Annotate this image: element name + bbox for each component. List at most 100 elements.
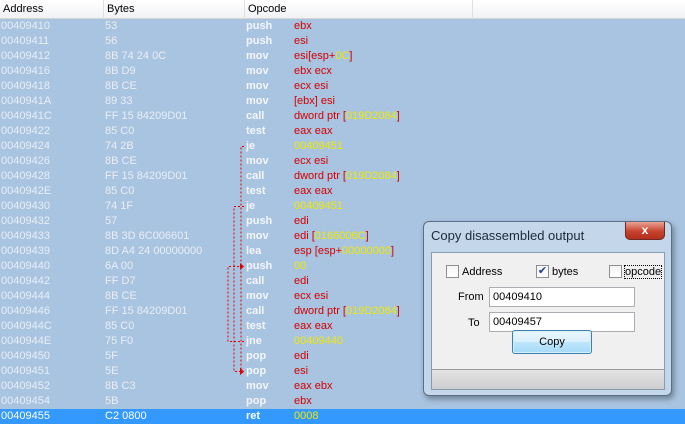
opcode-checkbox[interactable]: opcode — [609, 264, 663, 280]
operand-token: esi — [294, 35, 309, 47]
address-checkbox[interactable]: Address — [446, 264, 502, 280]
opcode-checkbox-label: opcode — [623, 265, 663, 279]
bytes-cell: FF 15 84209D01 — [105, 110, 188, 122]
address-cell: 00409444 — [1, 290, 50, 302]
address-cell: 0040941C — [1, 110, 52, 122]
operand-cell: edi — [294, 214, 309, 229]
address-cell: 00409439 — [1, 245, 50, 257]
operand-token: ] — [396, 110, 400, 122]
operand-token: edi — [294, 275, 309, 287]
operand-token: dword ptr [ — [294, 110, 346, 122]
operand-token: eax ebx — [294, 380, 333, 392]
operand-cell: 00409440 — [294, 334, 343, 349]
operand-cell: [ebx] esi — [294, 94, 335, 109]
operand-token: 00409440 — [294, 335, 343, 347]
status-bar — [432, 369, 664, 389]
operand-token: eax eax — [294, 185, 333, 197]
copy-button[interactable]: Copy — [512, 330, 592, 354]
to-field[interactable]: 00409457 — [489, 312, 635, 332]
table-row[interactable]: 00409412 8B 74 24 0C mov esi[esp+0C] — [0, 49, 685, 64]
operand-token: 019D2084 — [345, 170, 397, 182]
address-cell: 00409442 — [1, 275, 50, 287]
address-cell: 00409450 — [1, 350, 50, 362]
operand-token: ecx esi — [294, 80, 329, 92]
operand-cell: ebx ecx — [294, 64, 332, 79]
column-header-bytes[interactable]: Bytes — [104, 0, 245, 19]
table-row[interactable]: 00409410 53 push ebx — [0, 19, 685, 34]
table-row[interactable]: 00409455 C2 0800 ret 0008 — [0, 409, 685, 424]
bytes-checkbox[interactable]: ✔ bytes — [536, 264, 579, 280]
operand-cell: ecx esi — [294, 289, 328, 304]
column-header-address[interactable]: Address — [0, 0, 104, 19]
mnemonic-cell: mov — [246, 230, 269, 242]
column-header-opcode[interactable]: Opcode — [245, 0, 473, 19]
operand-token: edi [ — [294, 230, 315, 242]
operand-cell: ebx — [294, 394, 312, 409]
bytes-cell: 8B CE — [105, 80, 137, 92]
operand-cell: dword ptr [019D2084] — [294, 169, 400, 184]
close-button[interactable]: x — [625, 222, 665, 240]
mnemonic-cell: mov — [246, 95, 269, 107]
bytes-cell: FF 15 84209D01 — [105, 305, 188, 317]
table-row[interactable]: 00409430 74 1F je 00409451 — [0, 199, 685, 214]
operand-cell: eax ebx — [294, 379, 333, 394]
mnemonic-cell: lea — [246, 245, 262, 257]
operand-cell: ebx — [294, 19, 312, 34]
bytes-cell: 5F — [105, 350, 118, 362]
address-cell: 00409416 — [1, 65, 50, 77]
table-row[interactable]: 00409418 8B CE mov ecx esi — [0, 79, 685, 94]
operand-token: esp — [311, 50, 329, 62]
operand-token: 0166006C — [314, 230, 366, 242]
table-row[interactable]: 0040941C FF 15 84209D01 call dword ptr [019… — [0, 109, 685, 124]
mnemonic-cell: mov — [246, 65, 269, 77]
bytes-cell: FF D7 — [105, 275, 136, 287]
operand-token: 0008 — [294, 410, 319, 422]
bytes-cell: 53 — [105, 20, 118, 32]
bytes-checkbox-label: bytes — [552, 266, 579, 278]
mnemonic-cell: mov — [246, 80, 269, 92]
checkmark-icon[interactable]: ✔ — [536, 264, 549, 278]
table-row[interactable]: 00409422 85 C0 test eax eax — [0, 124, 685, 139]
address-cell: 00409455 — [1, 410, 50, 422]
address-cell: 0040941A — [1, 95, 52, 107]
operand-token: 00409451 — [294, 200, 343, 212]
address-cell: 0040942E — [1, 185, 52, 197]
operand-token: ecx esi — [294, 290, 329, 302]
table-row[interactable]: 00409454 5B pop ebx — [0, 394, 685, 409]
bytes-cell: 8B C3 — [105, 380, 136, 392]
table-row[interactable]: 00409428 FF 15 84209D01 call dword ptr [019… — [0, 169, 685, 184]
mnemonic-cell: test — [246, 185, 266, 197]
operand-cell: esi[esp+0C] — [294, 49, 352, 64]
mnemonic-cell: je — [246, 140, 256, 152]
mnemonic-cell: push — [246, 260, 273, 272]
bytes-cell: 85 C0 — [105, 185, 135, 197]
operand-cell: ecx esi — [294, 154, 328, 169]
table-row[interactable]: 00409411 56 push esi — [0, 34, 685, 49]
mnemonic-cell: push — [246, 35, 273, 47]
table-row[interactable]: 00409424 74 2B je 00409451 — [0, 139, 685, 154]
table-row[interactable]: 00409416 8B D9 mov ebx ecx — [0, 64, 685, 79]
table-row[interactable]: 0040942E 85 C0 test eax eax — [0, 184, 685, 199]
mnemonic-cell: call — [246, 305, 265, 317]
operand-cell: ecx esi — [294, 79, 328, 94]
dialog-title: Copy disassembled output — [431, 228, 585, 243]
from-field[interactable]: 00409410 — [489, 287, 635, 307]
table-row[interactable]: 0040941A 89 33 mov [ebx] esi — [0, 94, 685, 109]
operand-cell: esi — [294, 364, 308, 379]
mnemonic-cell: push — [246, 20, 273, 32]
operand-token: ] — [349, 50, 353, 62]
checkbox-box[interactable] — [609, 264, 622, 278]
bytes-cell: 8B D9 — [105, 65, 136, 77]
operand-token: 019D2084 — [345, 305, 397, 317]
mnemonic-cell: mov — [246, 380, 269, 392]
bytes-cell: 5E — [105, 365, 119, 377]
checkbox-box[interactable] — [446, 264, 459, 278]
to-label: To — [468, 317, 480, 329]
operand-token: ecx esi — [294, 155, 329, 167]
bytes-cell: 85 C0 — [105, 320, 135, 332]
operand-token: ] — [365, 230, 369, 242]
table-row[interactable]: 00409426 8B CE mov ecx esi — [0, 154, 685, 169]
operand-token: ] — [396, 170, 400, 182]
bytes-cell: 8B 74 24 0C — [105, 50, 167, 62]
mnemonic-cell: mov — [246, 290, 269, 302]
